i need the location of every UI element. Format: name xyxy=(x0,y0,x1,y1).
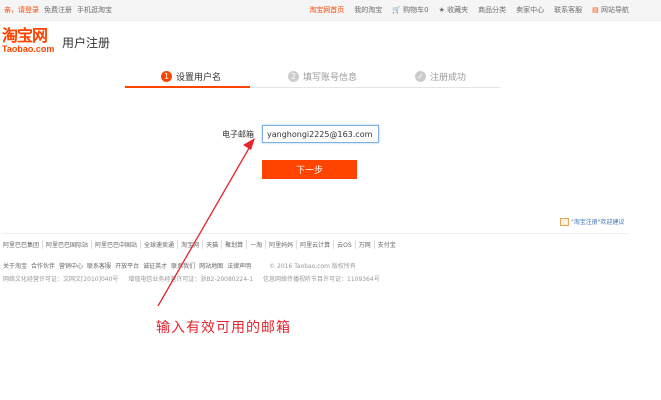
annotation-arrow xyxy=(157,138,255,307)
annotation-text: 输入有效可用的邮箱 xyxy=(156,320,291,336)
arrow-head-icon xyxy=(243,138,255,150)
arrow-line xyxy=(157,142,253,307)
